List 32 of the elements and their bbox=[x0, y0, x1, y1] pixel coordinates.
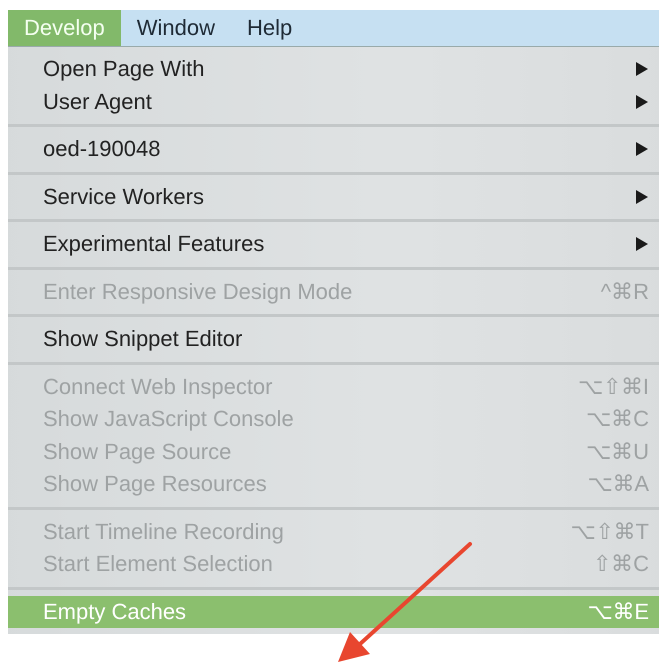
shortcut-label: ⌥⌘C bbox=[586, 406, 649, 432]
shortcut-label: ^⌘R bbox=[600, 278, 649, 305]
menu-item-label: Start Timeline Recording bbox=[43, 518, 285, 545]
shortcut-label: ⌥⌘U bbox=[586, 438, 649, 465]
menu-item-label: Open Page With bbox=[43, 56, 206, 82]
menu-item-label: Show Page Resources bbox=[43, 471, 268, 498]
shortcut-label: ⌥⇧⌘T bbox=[570, 518, 649, 545]
menu-item[interactable]: Experimental Features bbox=[8, 228, 659, 260]
menu-item-label: Experimental Features bbox=[43, 231, 266, 258]
menu-item-label: Service Workers bbox=[43, 184, 205, 210]
menu-item-label: Enter Responsive Design Mode bbox=[43, 278, 354, 305]
menu-item[interactable]: Empty Caches ⌥⌘E bbox=[8, 596, 659, 628]
menu-item-label: Empty Caches bbox=[43, 598, 188, 625]
shortcut-label: ⇧⌘C bbox=[593, 551, 649, 578]
menu-bar-item[interactable]: Window bbox=[120, 10, 231, 46]
shortcut-label: ⌥⇧⌘I bbox=[578, 374, 649, 400]
menu-item-label: Show JavaScript Console bbox=[43, 406, 295, 432]
menu-item[interactable]: oed-190048 bbox=[8, 133, 659, 166]
menu-item-label: oed-190048 bbox=[43, 136, 162, 162]
menu-item[interactable]: Service Workers bbox=[8, 180, 659, 213]
menu-bar-item[interactable]: Help bbox=[230, 10, 308, 46]
menu-item-label: Show Page Source bbox=[43, 438, 232, 465]
shortcut-label: ⌥⌘E bbox=[587, 598, 649, 625]
menu-item-label: Connect Web Inspector bbox=[43, 374, 274, 400]
shortcut-label: ⌥⌘A bbox=[587, 471, 649, 498]
menu-bar-item[interactable]: Develop bbox=[8, 10, 121, 46]
menu-item[interactable]: Open Page With bbox=[8, 53, 659, 86]
menu-item[interactable]: Show Snippet Editor bbox=[8, 323, 659, 356]
menu-item-label: Start Element Selection bbox=[43, 551, 274, 578]
menu-item-label: Show Snippet Editor bbox=[43, 326, 244, 352]
menu-item-label: User Agent bbox=[43, 88, 153, 115]
menu-item[interactable]: User Agent bbox=[8, 86, 659, 118]
